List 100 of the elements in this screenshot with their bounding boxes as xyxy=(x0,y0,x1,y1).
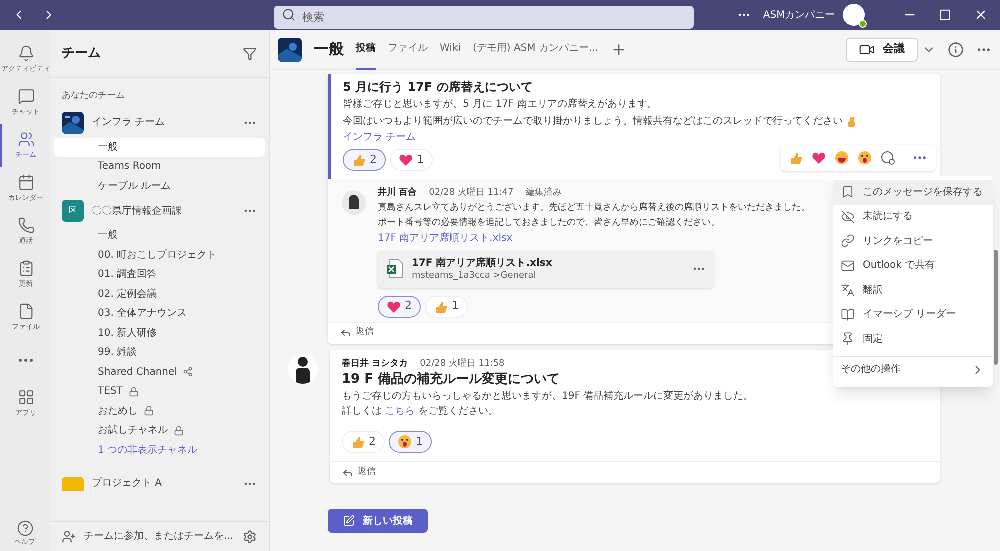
info-icon[interactable] xyxy=(948,42,964,58)
post-title: 5 月に行う 17F の席替えについて xyxy=(343,79,534,96)
reaction-button[interactable]: 2 xyxy=(378,296,421,318)
details-link[interactable]: こちら xyxy=(385,406,416,417)
message-text: 詳しくは こちら をご覧ください。 xyxy=(342,404,500,419)
file-icon xyxy=(18,302,34,320)
channel-item[interactable]: 一般 xyxy=(54,138,265,157)
menu-item[interactable]: 固定 xyxy=(833,327,993,352)
channel-item[interactable]: お試しチャネル xyxy=(54,421,265,440)
team-name[interactable]: 〇〇県庁情報企画課 xyxy=(92,204,235,218)
maximize-icon[interactable] xyxy=(939,8,952,22)
edited-label: 編集済み xyxy=(526,187,562,200)
message-text: もうご存じの方もいらっしゃるかと思いますが、19F 備品補充ルールに変更がありました。 xyxy=(342,390,755,404)
avatar xyxy=(288,354,318,384)
team-name[interactable]: プロジェクト A xyxy=(92,476,235,491)
reaction-button[interactable]: 1 xyxy=(425,296,468,318)
channel-item[interactable]: 02. 定例会議 xyxy=(54,284,265,304)
scrollbar-thumb[interactable] xyxy=(994,250,998,365)
channel-item[interactable]: 10. 新人研修 xyxy=(54,324,265,343)
tab[interactable]: (デモ用) ASM カンパニー... xyxy=(473,30,599,70)
file-name: 17F 南アリア席順リスト.xlsx xyxy=(412,256,554,270)
reaction-button[interactable]: 1 xyxy=(389,431,432,453)
menu-item[interactable]: その他の操作 xyxy=(833,356,993,382)
thumbs-up-icon xyxy=(351,435,365,449)
channel-title: 一般 xyxy=(314,39,344,60)
channel-item[interactable]: 03. 全体アナウンス xyxy=(54,304,265,324)
reply-button[interactable]: 返信 xyxy=(342,466,376,480)
add-reaction-icon[interactable] xyxy=(881,151,895,165)
channel-item[interactable]: 一般 xyxy=(54,226,265,246)
thumbs-up-icon xyxy=(352,153,366,167)
link-icon xyxy=(841,234,855,248)
menu-item[interactable]: 翻訳 xyxy=(833,278,993,302)
phone-icon xyxy=(18,216,34,234)
organization-name: ASMカンパニー xyxy=(763,8,836,22)
new-post-button[interactable]: 新しい投稿 xyxy=(328,509,428,533)
search-icon xyxy=(282,8,296,22)
channel-item[interactable]: TEST xyxy=(54,382,265,402)
reaction-button[interactable]: 1 xyxy=(390,149,433,171)
apps-icon xyxy=(18,388,34,406)
menu-item[interactable]: Outlook で共有 xyxy=(833,254,993,278)
spreadsheet-file-icon xyxy=(386,259,404,279)
message-text: 今回はいつもより範囲が広いのでチームで取り掛かりましょう。情報共有などはこのスレッドで行ってください xyxy=(343,113,928,130)
thumbs-up-icon xyxy=(434,300,448,314)
channel-item[interactable]: 01. 調査回答 xyxy=(54,265,265,284)
avatar[interactable] xyxy=(843,4,866,26)
channel-item[interactable]: 99. 雑談 xyxy=(54,343,265,362)
message-text: ポート番号等の必要情報を追記しておきましたので、皆さん早めにご確認ください。 xyxy=(378,216,720,230)
channel-item[interactable]: ケーブル ルーム xyxy=(54,176,265,196)
reply-button[interactable]: 返信 xyxy=(340,326,374,340)
lock-icon xyxy=(144,406,154,416)
heart-icon xyxy=(812,151,826,165)
heart-icon xyxy=(399,153,413,167)
team-name[interactable]: インフラ チーム xyxy=(92,115,235,130)
join-team-icon xyxy=(62,530,76,544)
message-text: 皆様ご存じと思いますが、5 月に 17F 南エリアの席替えがあります。 xyxy=(343,98,658,112)
translate-icon xyxy=(841,283,855,298)
compose-icon xyxy=(343,515,355,527)
meet-button[interactable]: 会議 xyxy=(846,38,918,62)
lock-icon xyxy=(174,426,184,436)
channel-item[interactable]: 00. 町おこしプロジェクト xyxy=(54,246,265,265)
mail-icon xyxy=(841,258,855,273)
search-field[interactable]: 検索 xyxy=(274,6,694,28)
bell-icon xyxy=(18,44,34,62)
menu-item[interactable]: リンクをコピー xyxy=(833,229,993,254)
teams-icon xyxy=(18,130,34,148)
surprised-face-icon xyxy=(398,435,412,449)
unread-icon xyxy=(841,210,855,224)
menu-item[interactable]: イマーシブ リーダー xyxy=(833,302,993,327)
shared-icon xyxy=(183,367,194,378)
bookmark-icon xyxy=(841,185,855,200)
menu-item[interactable]: このメッセージを保存する xyxy=(833,180,993,204)
channel-item[interactable]: Teams Room xyxy=(54,157,265,176)
surprised-face-icon xyxy=(858,151,872,165)
reaction-button[interactable]: 2 xyxy=(342,431,385,453)
updates-icon xyxy=(18,260,34,277)
add-tab-icon[interactable] xyxy=(610,42,627,58)
tab[interactable]: Wiki xyxy=(440,30,462,70)
tab[interactable]: 投稿 xyxy=(356,30,376,70)
file-path: msteams_1a3cca >General xyxy=(412,270,538,282)
channel-item[interactable]: Shared Channel xyxy=(54,362,265,382)
team-tag-link[interactable]: インフラ チーム xyxy=(343,130,928,145)
avatar xyxy=(342,191,366,215)
menu-item[interactable]: 未読にする xyxy=(833,204,993,229)
heart-icon xyxy=(387,300,401,314)
lock-icon xyxy=(128,386,139,397)
calendar-icon xyxy=(18,174,34,191)
file-card[interactable]: 17F 南アリア席順リスト.xlsx msteams_1a3cca >General xyxy=(378,250,714,288)
post-title: 19 F 備品の補充ルール変更について xyxy=(342,371,562,389)
settings-icon[interactable] xyxy=(243,530,257,544)
panel-title: チーム xyxy=(62,44,101,63)
pin-icon xyxy=(841,332,855,346)
author-name: 春日井 ヨシタカ xyxy=(342,358,408,370)
thumbs-up-icon xyxy=(789,151,803,165)
join-team-link[interactable]: チームに参加、またはチームを... xyxy=(84,529,235,544)
reaction-button[interactable]: 2 xyxy=(343,149,386,171)
hidden-channels-link[interactable]: 1 つの非表示チャネル xyxy=(54,440,265,460)
tab[interactable]: ファイル xyxy=(388,30,428,70)
channel-item[interactable]: おためし xyxy=(54,402,265,421)
filter-icon[interactable] xyxy=(243,46,257,60)
timestamp: 02/28 火曜日 11:58 xyxy=(420,358,505,370)
